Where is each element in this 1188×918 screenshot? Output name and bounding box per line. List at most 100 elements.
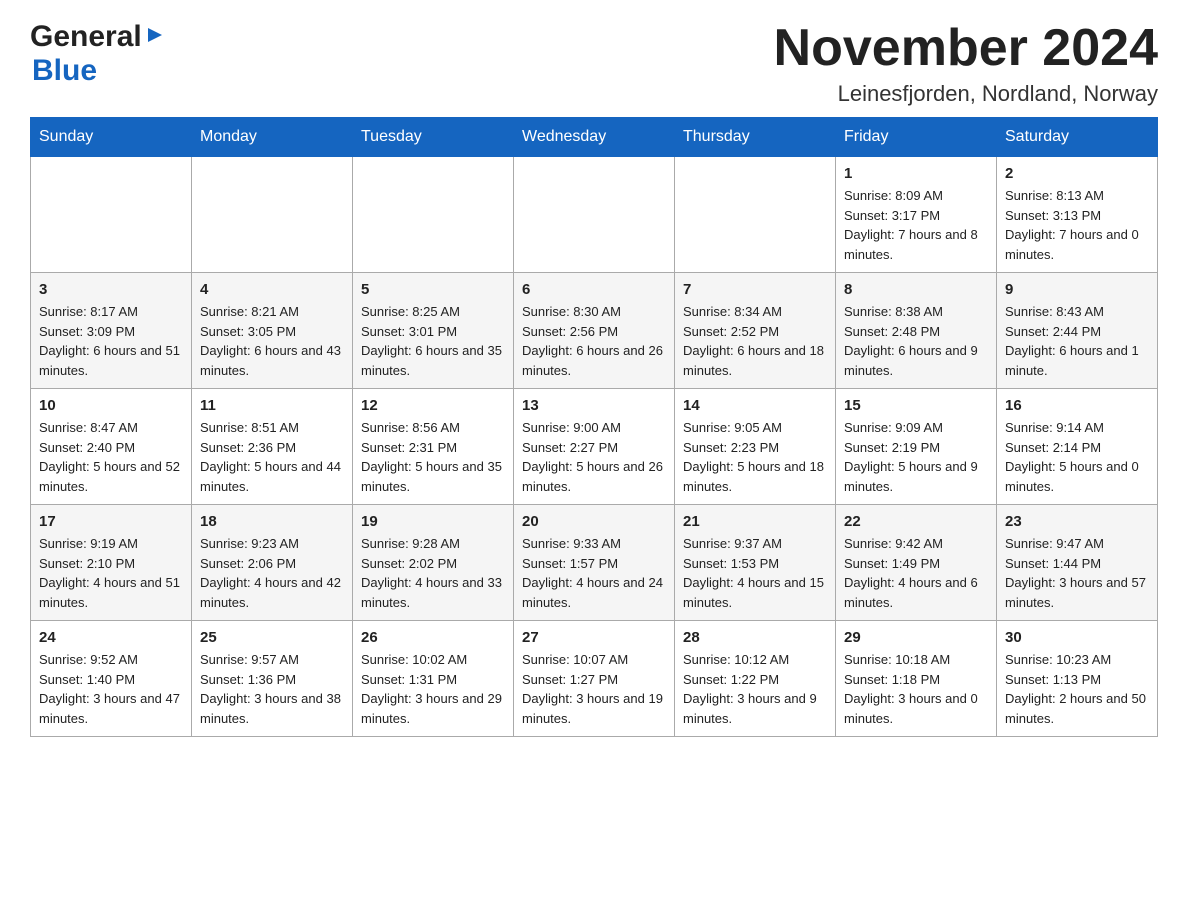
day-number: 14 (683, 397, 827, 414)
location-subtitle: Leinesfjorden, Nordland, Norway (774, 81, 1158, 107)
table-row: 19 Sunrise: 9:28 AM Sunset: 2:02 PM Dayli… (353, 505, 514, 621)
table-row: 28 Sunrise: 10:12 AM Sunset: 1:22 PM Dayl… (675, 621, 836, 737)
day-number: 9 (1005, 281, 1149, 298)
table-row: 7Sunrise: 8:34 AM Sunset: 2:52 PM Daylig… (675, 273, 836, 389)
table-row: 29 Sunrise: 10:18 AM Sunset: 1:18 PM Dayl… (836, 621, 997, 737)
day-number: 28 (683, 629, 827, 646)
table-row: 18 Sunrise: 9:23 AM Sunset: 2:06 PM Dayli… (192, 505, 353, 621)
calendar-row: 1 Sunrise: 8:09 AM Sunset: 3:17 PM Daylig… (31, 157, 1158, 273)
day-info: Sunrise: 8:38 AM Sunset: 2:48 PM Dayligh… (844, 302, 988, 380)
day-number: 30 (1005, 629, 1149, 646)
table-row: 17 Sunrise: 9:19 AM Sunset: 2:10 PM Dayli… (31, 505, 192, 621)
table-row (192, 157, 353, 273)
calendar-row: 10 Sunrise: 8:47 AM Sunset: 2:40 PM Dayli… (31, 389, 1158, 505)
table-row: 27 Sunrise: 10:07 AM Sunset: 1:27 PM Dayl… (514, 621, 675, 737)
day-info: Sunrise: 9:00 AM Sunset: 2:27 PM Dayligh… (522, 418, 666, 496)
table-row: 25Sunrise: 9:57 AM Sunset: 1:36 PM Dayli… (192, 621, 353, 737)
table-row (514, 157, 675, 273)
day-number: 22 (844, 513, 988, 530)
table-row: 15 Sunrise: 9:09 AM Sunset: 2:19 PM Dayli… (836, 389, 997, 505)
day-info: Sunrise: 9:23 AM Sunset: 2:06 PM Dayligh… (200, 534, 344, 612)
day-info: Sunrise: 9:52 AM Sunset: 1:40 PM Dayligh… (39, 650, 183, 728)
table-row: 22Sunrise: 9:42 AM Sunset: 1:49 PM Dayli… (836, 505, 997, 621)
header-saturday: Saturday (997, 118, 1158, 157)
day-info: Sunrise: 8:47 AM Sunset: 2:40 PM Dayligh… (39, 418, 183, 496)
day-info: Sunrise: 10:12 AM Sunset: 1:22 PM Daylig… (683, 650, 827, 728)
table-row: 13 Sunrise: 9:00 AM Sunset: 2:27 PM Dayli… (514, 389, 675, 505)
header-sunday: Sunday (31, 118, 192, 157)
day-info: Sunrise: 8:30 AM Sunset: 2:56 PM Dayligh… (522, 302, 666, 380)
table-row: 3Sunrise: 8:17 AM Sunset: 3:09 PM Daylig… (31, 273, 192, 389)
day-number: 20 (522, 513, 666, 530)
day-info: Sunrise: 8:25 AM Sunset: 3:01 PM Dayligh… (361, 302, 505, 380)
calendar-row: 17 Sunrise: 9:19 AM Sunset: 2:10 PM Dayli… (31, 505, 1158, 621)
day-info: Sunrise: 8:21 AM Sunset: 3:05 PM Dayligh… (200, 302, 344, 380)
calendar-row: 3Sunrise: 8:17 AM Sunset: 3:09 PM Daylig… (31, 273, 1158, 389)
day-info: Sunrise: 9:33 AM Sunset: 1:57 PM Dayligh… (522, 534, 666, 612)
day-number: 2 (1005, 165, 1149, 182)
header-thursday: Thursday (675, 118, 836, 157)
day-info: Sunrise: 8:17 AM Sunset: 3:09 PM Dayligh… (39, 302, 183, 380)
day-info: Sunrise: 8:13 AM Sunset: 3:13 PM Dayligh… (1005, 186, 1149, 264)
day-info: Sunrise: 8:34 AM Sunset: 2:52 PM Dayligh… (683, 302, 827, 380)
day-number: 15 (844, 397, 988, 414)
logo-arrow-icon (144, 24, 166, 46)
day-info: Sunrise: 9:57 AM Sunset: 1:36 PM Dayligh… (200, 650, 344, 728)
calendar-row: 24Sunrise: 9:52 AM Sunset: 1:40 PM Dayli… (31, 621, 1158, 737)
day-number: 6 (522, 281, 666, 298)
day-info: Sunrise: 9:05 AM Sunset: 2:23 PM Dayligh… (683, 418, 827, 496)
day-number: 1 (844, 165, 988, 182)
day-number: 13 (522, 397, 666, 414)
day-number: 4 (200, 281, 344, 298)
day-info: Sunrise: 10:18 AM Sunset: 1:18 PM Daylig… (844, 650, 988, 728)
table-row: 9 Sunrise: 8:43 AM Sunset: 2:44 PM Daylig… (997, 273, 1158, 389)
table-row: 11Sunrise: 8:51 AM Sunset: 2:36 PM Dayli… (192, 389, 353, 505)
day-number: 23 (1005, 513, 1149, 530)
day-info: Sunrise: 10:23 AM Sunset: 1:13 PM Daylig… (1005, 650, 1149, 728)
day-number: 11 (200, 397, 344, 414)
table-row: 16 Sunrise: 9:14 AM Sunset: 2:14 PM Dayli… (997, 389, 1158, 505)
day-info: Sunrise: 9:28 AM Sunset: 2:02 PM Dayligh… (361, 534, 505, 612)
table-row: 12 Sunrise: 8:56 AM Sunset: 2:31 PM Dayli… (353, 389, 514, 505)
calendar-table: Sunday Monday Tuesday Wednesday Thursday… (30, 117, 1158, 737)
day-number: 10 (39, 397, 183, 414)
day-info: Sunrise: 9:19 AM Sunset: 2:10 PM Dayligh… (39, 534, 183, 612)
header-friday: Friday (836, 118, 997, 157)
table-row (31, 157, 192, 273)
header-tuesday: Tuesday (353, 118, 514, 157)
table-row: 23 Sunrise: 9:47 AM Sunset: 1:44 PM Dayli… (997, 505, 1158, 621)
table-row: 30 Sunrise: 10:23 AM Sunset: 1:13 PM Dayl… (997, 621, 1158, 737)
day-info: Sunrise: 9:47 AM Sunset: 1:44 PM Dayligh… (1005, 534, 1149, 612)
day-number: 12 (361, 397, 505, 414)
day-number: 26 (361, 629, 505, 646)
table-row: 26 Sunrise: 10:02 AM Sunset: 1:31 PM Dayl… (353, 621, 514, 737)
day-info: Sunrise: 9:09 AM Sunset: 2:19 PM Dayligh… (844, 418, 988, 496)
day-info: Sunrise: 8:56 AM Sunset: 2:31 PM Dayligh… (361, 418, 505, 496)
day-number: 17 (39, 513, 183, 530)
month-title: November 2024 (774, 20, 1158, 77)
table-row: 24Sunrise: 9:52 AM Sunset: 1:40 PM Dayli… (31, 621, 192, 737)
day-number: 5 (361, 281, 505, 298)
weekday-header-row: Sunday Monday Tuesday Wednesday Thursday… (31, 118, 1158, 157)
page-header: General Blue November 2024 Leinesfjorden… (30, 20, 1158, 107)
table-row: 21Sunrise: 9:37 AM Sunset: 1:53 PM Dayli… (675, 505, 836, 621)
logo-general-text: General (30, 20, 142, 54)
table-row (675, 157, 836, 273)
day-number: 19 (361, 513, 505, 530)
day-info: Sunrise: 10:02 AM Sunset: 1:31 PM Daylig… (361, 650, 505, 728)
day-number: 27 (522, 629, 666, 646)
day-number: 18 (200, 513, 344, 530)
day-info: Sunrise: 9:14 AM Sunset: 2:14 PM Dayligh… (1005, 418, 1149, 496)
table-row: 5 Sunrise: 8:25 AM Sunset: 3:01 PM Daylig… (353, 273, 514, 389)
day-info: Sunrise: 10:07 AM Sunset: 1:27 PM Daylig… (522, 650, 666, 728)
day-number: 16 (1005, 397, 1149, 414)
day-number: 21 (683, 513, 827, 530)
day-info: Sunrise: 8:43 AM Sunset: 2:44 PM Dayligh… (1005, 302, 1149, 380)
day-number: 29 (844, 629, 988, 646)
table-row: 10 Sunrise: 8:47 AM Sunset: 2:40 PM Dayli… (31, 389, 192, 505)
table-row: 14 Sunrise: 9:05 AM Sunset: 2:23 PM Dayli… (675, 389, 836, 505)
table-row: 8Sunrise: 8:38 AM Sunset: 2:48 PM Daylig… (836, 273, 997, 389)
day-info: Sunrise: 8:09 AM Sunset: 3:17 PM Dayligh… (844, 186, 988, 264)
header-monday: Monday (192, 118, 353, 157)
header-wednesday: Wednesday (514, 118, 675, 157)
